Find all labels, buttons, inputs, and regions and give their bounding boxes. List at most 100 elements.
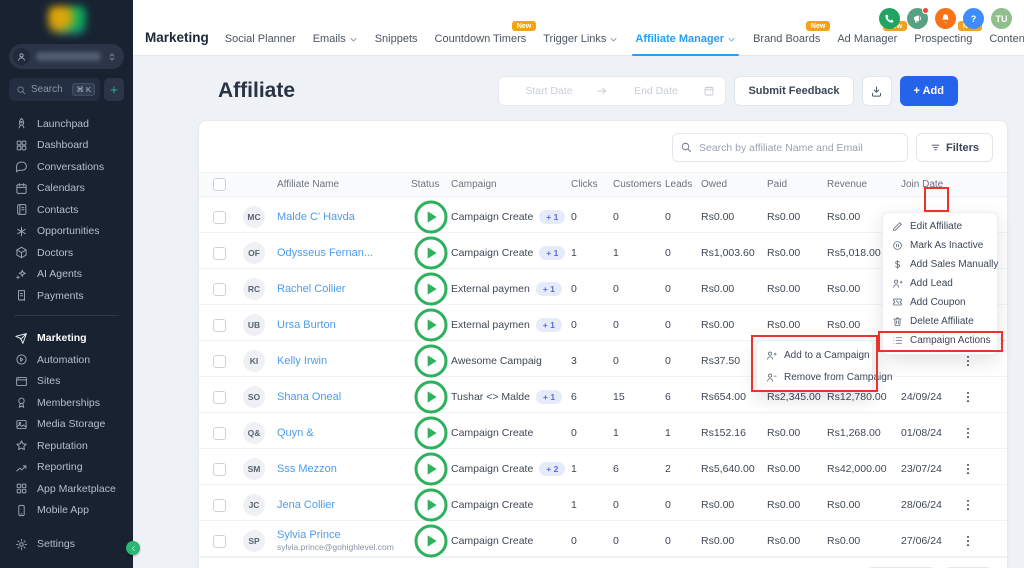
tab-prospecting[interactable]: Prospecting New xyxy=(914,33,972,45)
sidebar-quick-add-button[interactable] xyxy=(104,78,124,101)
sidebar-item-mobile-app[interactable]: Mobile App xyxy=(0,500,133,522)
tab-ad-manager[interactable]: Ad Manager New xyxy=(837,33,897,45)
user-avatar[interactable]: TU xyxy=(991,8,1012,29)
date-range-picker[interactable]: Start Date End Date xyxy=(498,76,726,106)
affiliate-name-link[interactable]: Malde C' Havda xyxy=(277,211,411,224)
sidebar-item-contacts[interactable]: Contacts xyxy=(0,199,133,221)
menu-item-edit-affiliate[interactable]: Edit Affiliate xyxy=(883,217,997,236)
sidebar-item-settings[interactable]: Settings xyxy=(0,534,133,556)
row-actions-kebab-button[interactable] xyxy=(959,530,977,552)
row-checkbox[interactable] xyxy=(213,247,226,260)
sidebar-search[interactable]: Search ⌘ K xyxy=(9,78,100,101)
sidebar-item-label: Conversations xyxy=(37,161,104,173)
sidebar-item-payments[interactable]: Payments xyxy=(0,285,133,307)
sidebar-item-conversations[interactable]: Conversations xyxy=(0,156,133,178)
row-checkbox[interactable] xyxy=(213,463,226,476)
row-checkbox[interactable] xyxy=(213,319,226,332)
menu-item-add-to-a-campaign[interactable]: Add to a Campaign xyxy=(757,344,872,366)
sidebar-item-opportunities[interactable]: Opportunities xyxy=(0,221,133,243)
owed-value: Rs0.00 xyxy=(701,211,767,223)
menu-item-add-sales-manually[interactable]: Add Sales Manually xyxy=(883,255,997,274)
menu-item-mark-as-inactive[interactable]: Mark As Inactive xyxy=(883,236,997,255)
affiliate-name-link[interactable]: Rachel Collier xyxy=(277,283,411,296)
menu-item-remove-from-campaign[interactable]: Remove from Campaign xyxy=(757,366,872,388)
sidebar-item-sites[interactable]: Sites xyxy=(0,371,133,393)
avatar: JC xyxy=(243,494,265,516)
sidebar-item-automation[interactable]: Automation xyxy=(0,349,133,371)
submit-feedback-button[interactable]: Submit Feedback xyxy=(734,76,853,106)
chevron-left-icon xyxy=(130,545,137,552)
affiliate-name-link[interactable]: Sylvia Prince xyxy=(277,529,411,542)
row-checkbox[interactable] xyxy=(213,355,226,368)
menu-item-delete-affiliate[interactable]: Delete Affiliate xyxy=(883,312,997,331)
affiliate-name-link[interactable]: Kelly Irwin xyxy=(277,355,411,368)
tab-snippets[interactable]: Snippets xyxy=(375,33,418,45)
row-actions-kebab-button[interactable] xyxy=(959,494,977,516)
tab-social-planner[interactable]: Social Planner xyxy=(225,33,296,45)
row-checkbox[interactable] xyxy=(213,283,226,296)
revenue-value: Rs1,268.00 xyxy=(827,427,901,439)
sidebar-item-launchpad[interactable]: Launchpad xyxy=(0,113,133,135)
sidebar-item-doctors[interactable]: Doctors xyxy=(0,242,133,264)
row-checkbox[interactable] xyxy=(213,499,226,512)
leads-value: 0 xyxy=(665,355,701,367)
col-status: Status xyxy=(411,179,451,190)
affiliate-name-link[interactable]: Sss Mezzon xyxy=(277,463,411,476)
row-actions-kebab-button[interactable] xyxy=(959,422,977,444)
row-checkbox[interactable] xyxy=(213,391,226,404)
sidebar-item-marketing[interactable]: Marketing xyxy=(0,328,133,350)
row-checkbox[interactable] xyxy=(213,211,226,224)
sidebar-item-reputation[interactable]: Reputation xyxy=(0,435,133,457)
clicks-value: 3 xyxy=(571,355,613,367)
select-all-checkbox[interactable] xyxy=(213,178,226,191)
sidebar-item-app-marketplace[interactable]: App Marketplace xyxy=(0,478,133,500)
join-date-value: 01/08/24 xyxy=(901,427,959,439)
affiliate-name-link[interactable]: Ursa Burton xyxy=(277,319,411,332)
menu-item-add-lead[interactable]: Add Lead xyxy=(883,274,997,293)
row-actions-kebab-button[interactable] xyxy=(959,386,977,408)
join-date-value: 28/06/24 xyxy=(901,499,959,511)
filters-button[interactable]: Filters xyxy=(916,133,993,162)
campaign-count-badge: + 1 xyxy=(536,282,562,296)
sidebar-item-memberships[interactable]: Memberships xyxy=(0,392,133,414)
leads-value: 0 xyxy=(665,211,701,223)
affiliate-name-link[interactable]: Jena Collier xyxy=(277,499,411,512)
announce-button[interactable] xyxy=(907,8,928,29)
row-checkbox[interactable] xyxy=(213,427,226,440)
help-button[interactable]: ? xyxy=(963,8,984,29)
tab-content-ai[interactable]: Content AI xyxy=(989,33,1024,45)
affiliate-name-link[interactable]: Odysseus Fernan... xyxy=(277,247,411,260)
add-affiliate-button[interactable]: + Add xyxy=(900,76,958,106)
sidebar-item-media-storage[interactable]: Media Storage xyxy=(0,414,133,436)
col-owed: Owed xyxy=(701,179,767,190)
phone-button[interactable] xyxy=(879,8,900,29)
sidebar-collapse-button[interactable] xyxy=(126,541,140,555)
start-date-placeholder[interactable]: Start Date xyxy=(509,85,588,97)
sidebar-item-dashboard[interactable]: Dashboard xyxy=(0,135,133,157)
menu-item-campaign-actions[interactable]: Campaign Actions xyxy=(883,331,997,350)
sidebar-nav-secondary: Marketing Automation Sites Memberships M… xyxy=(0,328,133,522)
tab-countdown-timers[interactable]: Countdown Timers New xyxy=(435,33,527,45)
tab-emails[interactable]: Emails xyxy=(313,33,358,45)
plus-icon xyxy=(109,85,119,95)
export-button[interactable] xyxy=(862,76,892,106)
row-actions-kebab-button[interactable] xyxy=(959,458,977,480)
affiliate-name-link[interactable]: Shana Oneal xyxy=(277,391,411,404)
account-switcher[interactable] xyxy=(9,44,124,69)
affiliate-search-input[interactable] xyxy=(672,133,908,162)
row-checkbox[interactable] xyxy=(213,535,226,548)
sidebar-item-ai-agents[interactable]: AI Agents xyxy=(0,264,133,286)
bell-button[interactable] xyxy=(935,8,956,29)
end-date-placeholder[interactable]: End Date xyxy=(616,85,695,97)
sidebar-item-reporting[interactable]: Reporting xyxy=(0,457,133,479)
chevron-down-icon xyxy=(609,35,618,44)
pause-circle-icon xyxy=(892,240,903,251)
menu-item-add-coupon[interactable]: Add Coupon xyxy=(883,293,997,312)
tab-brand-boards[interactable]: Brand Boards New xyxy=(753,33,820,45)
send-icon xyxy=(15,332,28,345)
tab-affiliate-manager[interactable]: Affiliate Manager xyxy=(635,33,736,45)
sidebar-item-calendars[interactable]: Calendars xyxy=(0,178,133,200)
tab-trigger-links[interactable]: Trigger Links xyxy=(543,33,618,45)
leads-value: 6 xyxy=(665,391,701,403)
affiliate-name-link[interactable]: Quyn & xyxy=(277,427,411,440)
